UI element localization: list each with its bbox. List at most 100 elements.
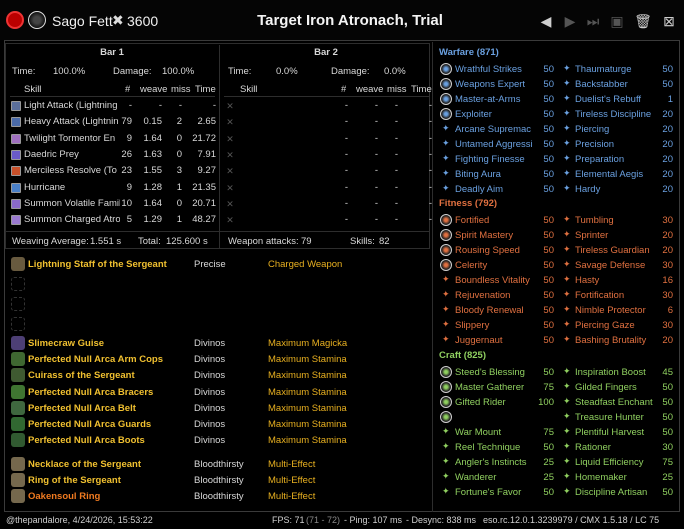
cp-star-name[interactable]: Reel Technique [455, 442, 520, 453]
slotted-star-icon[interactable] [440, 396, 452, 408]
cp-star-name[interactable]: Rationer [575, 442, 611, 453]
cp-star-value: 30 [662, 260, 673, 271]
skill-count: - [344, 132, 348, 144]
cp-star-name[interactable]: Tireless Discipline [575, 109, 651, 120]
cp-star-name[interactable]: Fortification [575, 290, 624, 301]
skill-time: - [428, 148, 432, 160]
cp-star-value: 50 [543, 79, 554, 90]
last-fight-icon[interactable]: ⏭ [584, 12, 602, 30]
cp-star-name[interactable]: Steadfast Enchant [575, 397, 653, 408]
bar1-damage-value: 100.0% [162, 66, 195, 77]
cp-star-name[interactable]: Discipline Artisan [575, 487, 647, 498]
gear-name: Perfected Null Arca Arm Cops [28, 354, 163, 366]
slotted-star-icon[interactable] [440, 108, 452, 120]
gear-trait: Divinos [194, 386, 226, 398]
cp-star-name[interactable]: Deadly Aim [455, 184, 503, 195]
cp-star-name[interactable]: Savage Defense [575, 260, 645, 271]
cp-star-name[interactable]: Rousing Speed [455, 245, 520, 256]
cp-star-value: 30 [662, 215, 673, 226]
cp-star-name[interactable]: Master-at-Arms [455, 94, 520, 105]
cp-star-name[interactable]: Backstabber [575, 79, 628, 90]
cp-star-name[interactable]: Celerity [455, 260, 487, 271]
cp-star-name[interactable]: Bloody Renewal [455, 305, 524, 316]
cp-star-name[interactable]: Angler's Instincts [455, 457, 527, 468]
armor-piece-icon [11, 384, 25, 399]
cp-star-name[interactable]: Exploiter [455, 109, 492, 120]
cp-star-name[interactable]: Nimble Protector [575, 305, 646, 316]
cp-star-value: 100 [538, 397, 554, 408]
cp-star-name[interactable]: Boundless Vitality [455, 275, 530, 286]
cp-star-name[interactable]: Thaumaturge [575, 64, 632, 75]
cp-star-value: 50 [662, 397, 673, 408]
cp-star-name[interactable]: War Mount [455, 427, 501, 438]
gear-enchant: Maximum Stamina [268, 386, 347, 398]
gear-trait: Bloodthirsty [194, 475, 244, 486]
skill-miss: 0 [176, 148, 182, 160]
cp-star-name[interactable]: Slippery [455, 320, 489, 331]
cp-star-name[interactable]: Spirit Mastery [455, 230, 513, 241]
cp-star-name[interactable]: Fortune's Favor [455, 487, 521, 498]
cp-star-name[interactable]: Untamed Aggressi [455, 139, 533, 150]
cp-star-name[interactable]: Gilded Fingers [575, 382, 637, 393]
cp-star-name[interactable]: Steed's Blessing [455, 367, 525, 378]
cp-star-name[interactable]: Hardy [575, 184, 600, 195]
bar2-col-weave: weave [356, 84, 384, 95]
cp-star-name[interactable]: Liquid Efficiency [575, 457, 643, 468]
cp-star-name[interactable]: Arcane Supremac [455, 124, 531, 135]
cp-star-name[interactable]: Sprinter [575, 230, 608, 241]
cp-star-name[interactable]: Rejuvenation [455, 290, 510, 301]
gear-enchant: Maximum Stamina [268, 419, 347, 430]
cp-star-name[interactable]: Precision [575, 139, 614, 150]
cp-star-name[interactable]: Fighting Finesse [455, 154, 525, 165]
cp-star-name[interactable]: Inspiration Boost [575, 367, 646, 378]
cp-star-name[interactable]: Fortified [455, 215, 489, 226]
passive-star-icon: ✦ [563, 123, 571, 133]
cp-star-name[interactable]: Piercing Gaze [575, 320, 635, 331]
cp-star-name[interactable]: Gifted Rider [455, 397, 506, 408]
slotted-star-icon[interactable] [440, 259, 452, 271]
cp-star-name[interactable]: Master Gatherer [455, 382, 524, 393]
cp-star-name[interactable]: Elemental Aegis [575, 169, 643, 180]
slotted-star-icon[interactable] [440, 78, 452, 90]
cp-star-name[interactable]: Bashing Brutality [575, 335, 646, 346]
cp-star-name[interactable]: Preparation [575, 154, 624, 165]
passive-star-icon: ✦ [442, 123, 450, 133]
slotted-star-icon[interactable] [440, 214, 452, 226]
slotted-star-icon[interactable] [440, 411, 452, 423]
cp-star-name[interactable]: Wanderer [455, 472, 496, 483]
cp-star-name[interactable]: Piercing [575, 124, 609, 135]
slotted-star-icon[interactable] [440, 366, 452, 378]
cp-star-name[interactable]: Tumbling [575, 215, 614, 226]
close-icon[interactable]: ⊠ [660, 12, 678, 30]
slotted-star-icon[interactable] [440, 93, 452, 105]
gear-trait: Divinos [194, 354, 226, 366]
cp-star-name[interactable]: Plentiful Harvest [575, 427, 644, 438]
previous-fight-icon[interactable]: ◀ [537, 12, 555, 30]
slotted-star-icon[interactable] [440, 63, 452, 75]
skill-count: 79 [121, 116, 132, 128]
slotted-star-icon[interactable] [440, 244, 452, 256]
skill-weave: - [374, 100, 378, 111]
cp-star-value: 6 [667, 305, 673, 316]
skill-count: - [344, 116, 348, 128]
cp-star-name[interactable]: Hasty [575, 275, 599, 286]
cp-star-name[interactable]: Tireless Guardian [575, 245, 650, 256]
delete-icon[interactable]: 🗑 [634, 12, 652, 30]
slotted-star-icon[interactable] [440, 229, 452, 241]
next-fight-icon[interactable]: ▶ [561, 12, 579, 30]
cp-star-name[interactable]: Homemaker [575, 472, 627, 483]
cp-star-name[interactable]: Treasure Hunter [575, 412, 644, 423]
screenshot-icon[interactable]: ▣ [608, 12, 626, 30]
cp-star-name[interactable]: Juggernaut [455, 335, 503, 346]
cp-star-name[interactable]: Duelist's Rebuff [575, 94, 641, 105]
skill-icon [11, 101, 21, 111]
armor-piece-icon [11, 417, 25, 431]
cp-star-name[interactable]: Weapons Expert [455, 79, 525, 90]
cp-star-name[interactable]: Wrathful Strikes [455, 64, 522, 75]
ping: - Ping: 107 ms [344, 515, 403, 525]
cp-star-value: 50 [543, 169, 554, 180]
cp-craft-heading: Craft (825) [439, 350, 486, 361]
slotted-star-icon[interactable] [440, 381, 452, 393]
cp-star-name[interactable]: Biting Aura [455, 169, 501, 180]
skill-miss: - [394, 214, 398, 226]
